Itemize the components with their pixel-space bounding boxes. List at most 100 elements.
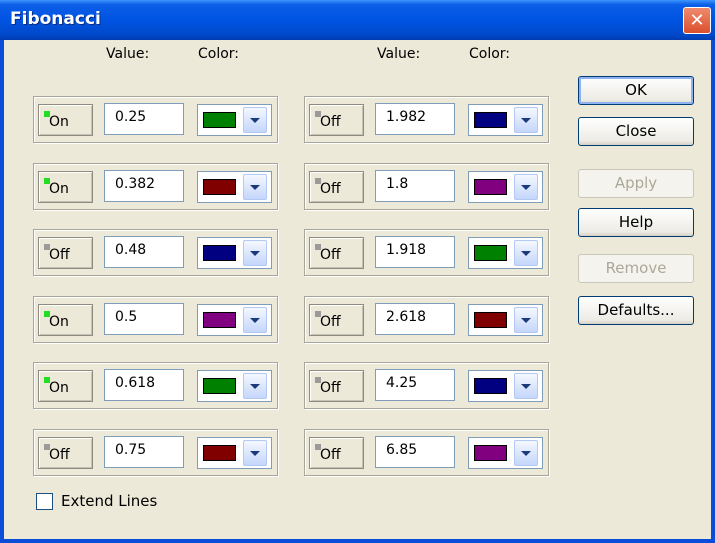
fib-level-row: On 0.5: [33, 296, 278, 343]
close-button[interactable]: Close: [578, 117, 694, 146]
level-value-field[interactable]: 0.5: [104, 303, 184, 335]
color-swatch: [203, 112, 236, 128]
level-toggle-label: Off: [49, 447, 70, 463]
level-color-select[interactable]: [468, 104, 543, 136]
fib-level-row: Off 0.75: [33, 429, 278, 476]
level-color-select[interactable]: [468, 370, 543, 402]
window-frame-bottom: [0, 539, 715, 543]
level-color-select[interactable]: [468, 304, 543, 336]
window-title: Fibonacci: [10, 9, 101, 29]
level-value-field[interactable]: 0.48: [104, 236, 184, 268]
dropdown-arrow-icon[interactable]: [514, 240, 538, 266]
level-value-field[interactable]: 2.618: [375, 303, 455, 335]
level-toggle-label: Off: [49, 247, 70, 263]
left-color-header: Color:: [198, 46, 240, 62]
level-color-select[interactable]: [197, 171, 272, 203]
defaults-button[interactable]: Defaults...: [578, 296, 694, 325]
level-toggle-button[interactable]: Off: [309, 171, 364, 203]
close-icon[interactable]: ✕: [683, 7, 711, 34]
window-frame-right: [711, 40, 715, 543]
dropdown-arrow-icon[interactable]: [514, 307, 538, 333]
level-color-select[interactable]: [197, 370, 272, 402]
extend-lines-checkbox[interactable]: [36, 493, 53, 510]
level-toggle-button[interactable]: On: [38, 304, 93, 336]
dropdown-arrow-icon[interactable]: [514, 107, 538, 133]
level-toggle-button[interactable]: Off: [38, 237, 93, 269]
level-color-select[interactable]: [197, 237, 272, 269]
fib-level-row: Off 4.25: [304, 362, 549, 409]
remove-button[interactable]: Remove: [578, 254, 694, 283]
level-toggle-label: Off: [320, 114, 341, 130]
dropdown-arrow-icon[interactable]: [243, 174, 267, 200]
level-toggle-label: Off: [320, 447, 341, 463]
color-swatch: [474, 378, 507, 394]
dropdown-arrow-icon[interactable]: [514, 174, 538, 200]
level-toggle-button[interactable]: On: [38, 370, 93, 402]
level-toggle-label: Off: [320, 314, 341, 330]
help-button[interactable]: Help: [578, 208, 694, 237]
dropdown-arrow-icon[interactable]: [514, 440, 538, 466]
dropdown-arrow-icon[interactable]: [243, 307, 267, 333]
level-toggle-button[interactable]: Off: [309, 104, 364, 136]
level-toggle-button[interactable]: Off: [309, 370, 364, 402]
level-value-field[interactable]: 1.918: [375, 236, 455, 268]
level-color-select[interactable]: [468, 171, 543, 203]
fib-level-row: On 0.618: [33, 362, 278, 409]
level-toggle-button[interactable]: Off: [309, 437, 364, 469]
level-color-select[interactable]: [468, 237, 543, 269]
level-toggle-button[interactable]: On: [38, 104, 93, 136]
level-value-field[interactable]: 0.382: [104, 170, 184, 202]
dropdown-arrow-icon[interactable]: [243, 373, 267, 399]
level-value-field[interactable]: 1.8: [375, 170, 455, 202]
color-swatch: [474, 112, 507, 128]
level-value-field[interactable]: 0.75: [104, 436, 184, 468]
level-value-field[interactable]: 6.85: [375, 436, 455, 468]
fib-level-row: Off 6.85: [304, 429, 549, 476]
level-value-field[interactable]: 0.25: [104, 103, 184, 135]
color-swatch: [203, 445, 236, 461]
fib-level-row: On 0.382: [33, 163, 278, 210]
dropdown-arrow-icon[interactable]: [243, 107, 267, 133]
fib-level-row: On 0.25: [33, 96, 278, 143]
fibonacci-dialog: Fibonacci ✕ Value: Color: Value: Color: …: [0, 0, 715, 543]
level-color-select[interactable]: [468, 437, 543, 469]
level-toggle-button[interactable]: Off: [38, 437, 93, 469]
color-swatch: [474, 179, 507, 195]
left-value-header: Value:: [106, 46, 150, 62]
level-value-field[interactable]: 1.982: [375, 103, 455, 135]
color-swatch: [474, 245, 507, 261]
right-value-header: Value:: [377, 46, 421, 62]
level-toggle-label: On: [49, 380, 69, 396]
color-swatch: [203, 245, 236, 261]
color-swatch: [203, 312, 236, 328]
level-toggle-label: On: [49, 314, 69, 330]
level-toggle-label: On: [49, 114, 69, 130]
level-toggle-label: On: [49, 181, 69, 197]
level-value-field[interactable]: 4.25: [375, 369, 455, 401]
level-toggle-button[interactable]: Off: [309, 237, 364, 269]
dropdown-arrow-icon[interactable]: [514, 373, 538, 399]
color-swatch: [474, 445, 507, 461]
fib-level-row: Off 1.8: [304, 163, 549, 210]
level-toggle-label: Off: [320, 247, 341, 263]
level-toggle-button[interactable]: Off: [309, 304, 364, 336]
ok-button[interactable]: OK: [578, 76, 694, 105]
fib-level-row: Off 2.618: [304, 296, 549, 343]
title-bar: Fibonacci ✕: [0, 0, 715, 40]
level-color-select[interactable]: [197, 304, 272, 336]
apply-button[interactable]: Apply: [578, 169, 694, 198]
level-toggle-label: Off: [320, 380, 341, 396]
dropdown-arrow-icon[interactable]: [243, 440, 267, 466]
level-toggle-label: Off: [320, 181, 341, 197]
color-swatch: [203, 378, 236, 394]
level-value-field[interactable]: 0.618: [104, 369, 184, 401]
window-frame-left: [0, 40, 4, 543]
extend-lines-label: Extend Lines: [61, 492, 158, 510]
color-swatch: [474, 312, 507, 328]
level-color-select[interactable]: [197, 104, 272, 136]
fib-level-row: Off 0.48: [33, 229, 278, 276]
level-color-select[interactable]: [197, 437, 272, 469]
level-toggle-button[interactable]: On: [38, 171, 93, 203]
fib-level-row: Off 1.918: [304, 229, 549, 276]
dropdown-arrow-icon[interactable]: [243, 240, 267, 266]
